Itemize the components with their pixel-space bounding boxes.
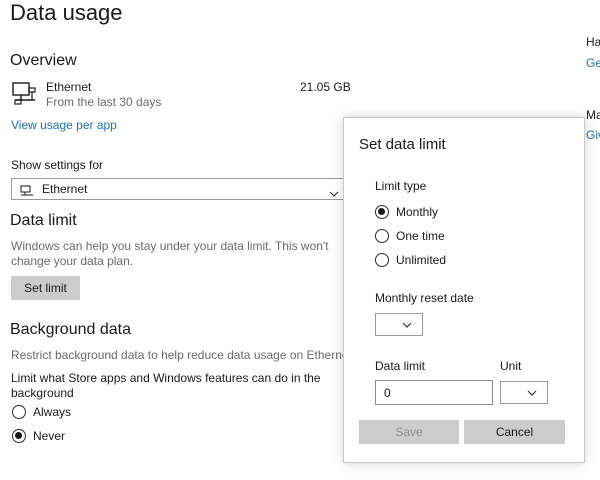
background-data-description: Restrict background data to help reduce … [11,348,356,362]
right-section1-heading: Ha [586,35,600,49]
network-dropdown[interactable]: Ethernet [11,178,344,200]
radio-one-time-label[interactable]: One time [396,229,445,243]
data-limit-description-line2: change your data plan. [11,254,134,268]
set-limit-button[interactable]: Set limit [11,276,80,300]
ethernet-icon [12,82,38,106]
reset-date-dropdown[interactable] [375,313,423,336]
chevron-down-icon [402,322,412,328]
radio-always-label[interactable]: Always [33,405,71,419]
page-title: Data usage [10,0,123,25]
radio-unlimited[interactable] [375,253,389,267]
data-usage-page: Data usage Overview Ethernet From the la… [0,0,600,480]
dialog-title: Set data limit [359,136,446,153]
radio-never[interactable] [12,429,26,443]
chevron-down-icon [527,390,537,396]
show-settings-label: Show settings for [11,158,104,172]
right-section2-heading: Ma [586,108,600,122]
data-limit-heading: Data limit [10,212,77,229]
unit-dropdown[interactable] [500,381,548,404]
reset-date-label: Monthly reset date [375,291,474,305]
overview-heading: Overview [10,52,77,69]
save-button[interactable]: Save [359,420,459,444]
unit-label: Unit [500,359,522,373]
cancel-button[interactable]: Cancel [464,420,565,444]
network-name: Ethernet [46,80,92,94]
radio-unlimited-label[interactable]: Unlimited [396,253,446,267]
data-limit-description-line1: Windows can help you stay under your dat… [11,239,329,253]
chevron-down-icon [329,185,339,197]
radio-never-label[interactable]: Never [33,429,65,443]
radio-always[interactable] [12,405,26,419]
limit-type-label: Limit type [375,179,427,193]
network-period: From the last 30 days [46,95,162,109]
radio-monthly-label[interactable]: Monthly [396,205,438,219]
radio-one-time[interactable] [375,229,389,243]
background-data-heading: Background data [10,321,131,338]
dropdown-selected-value: Ethernet [42,182,88,196]
limit-label-line2: background [11,386,74,400]
view-usage-per-app-link[interactable]: View usage per app [11,118,117,132]
right-section1-link[interactable]: Ge [586,56,600,70]
right-section2-link[interactable]: Giv [586,128,600,142]
data-limit-input[interactable] [375,380,493,405]
data-limit-label: Data limit [375,359,426,373]
limit-label-line1: Limit what Store apps and Windows featur… [11,371,321,385]
network-usage: 21.05 GB [300,80,351,94]
radio-monthly[interactable] [375,205,389,219]
set-data-limit-dialog: Set data limit Limit type Monthly One ti… [343,117,585,463]
ethernet-small-icon [20,184,34,196]
